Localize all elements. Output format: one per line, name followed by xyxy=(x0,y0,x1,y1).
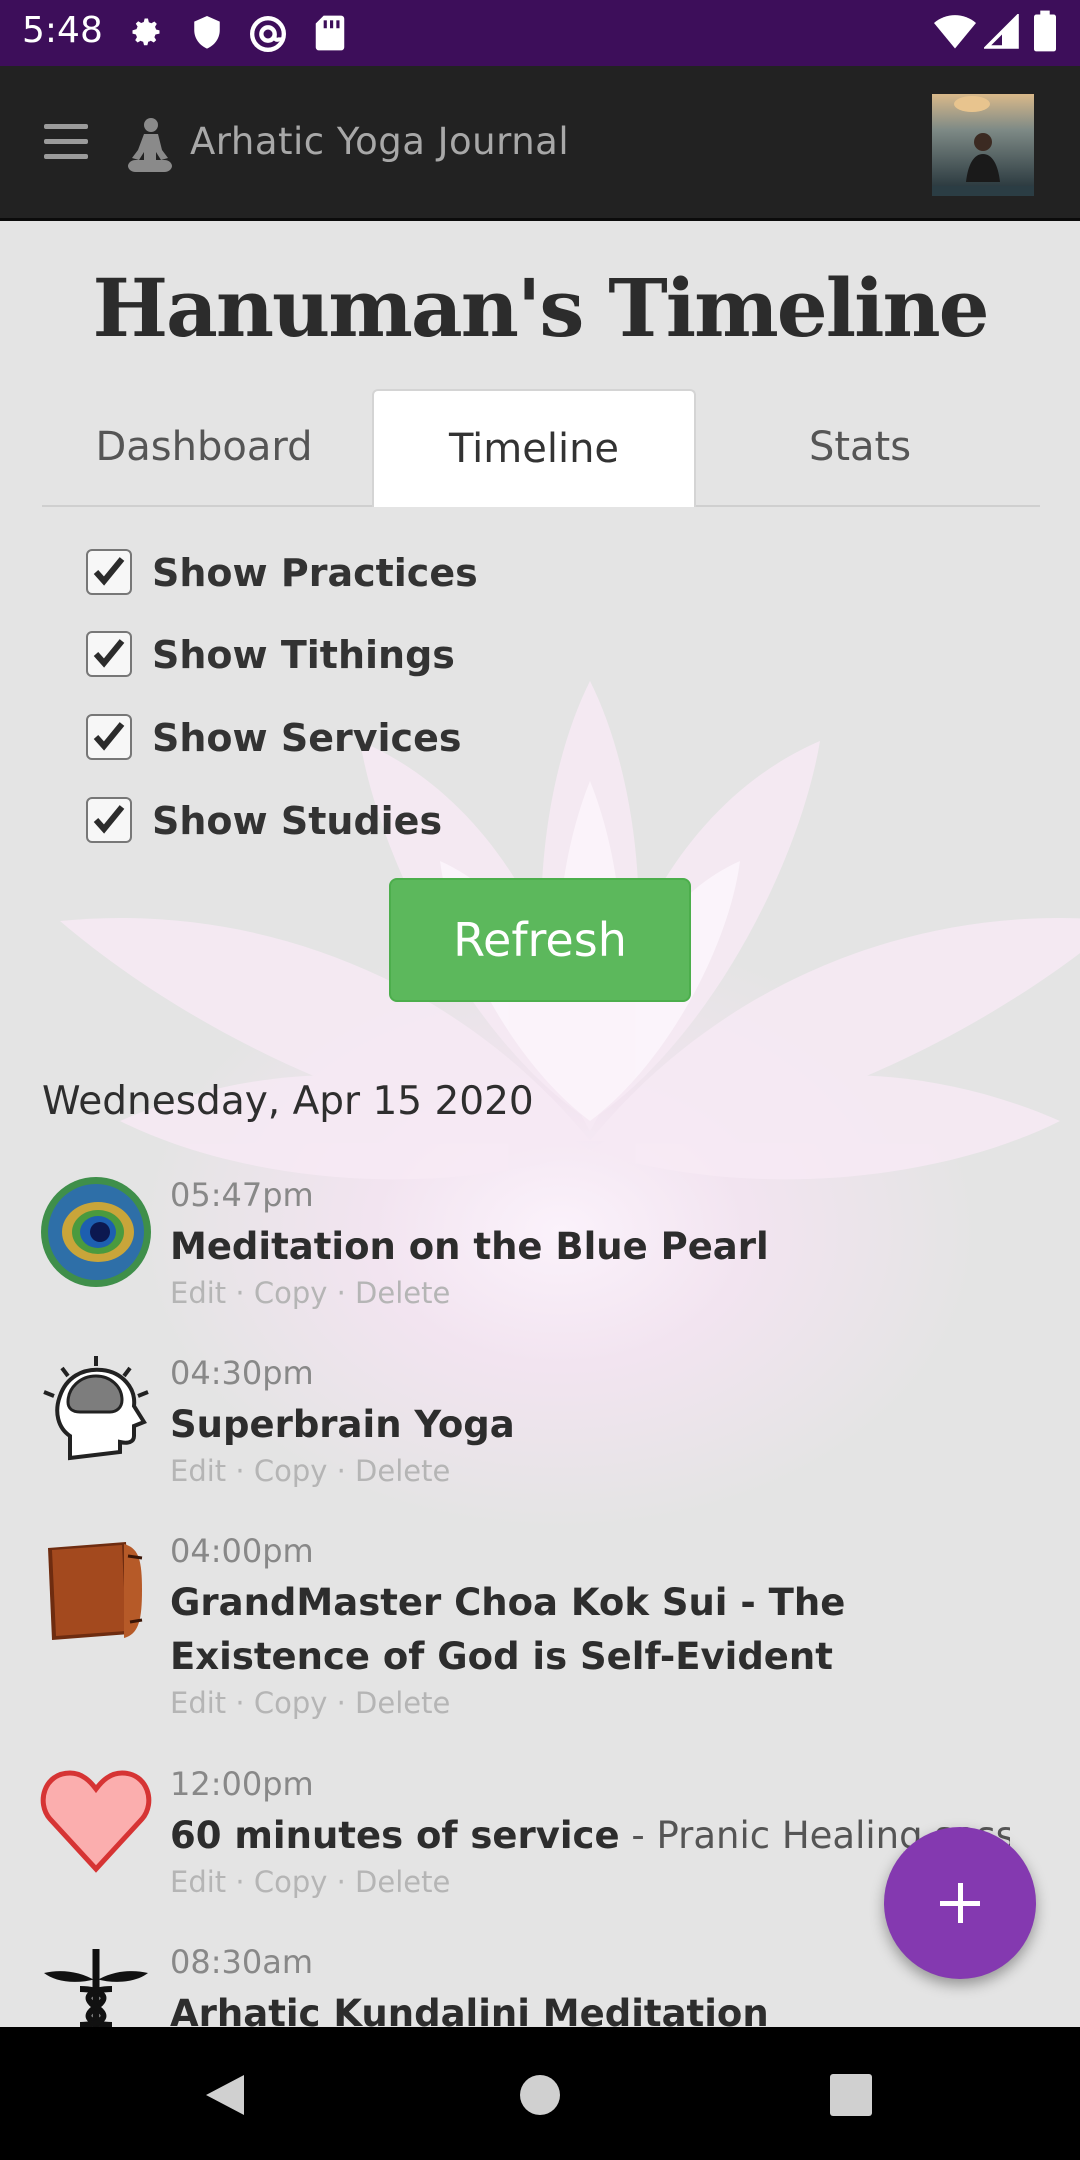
edit-link[interactable]: Edit xyxy=(170,1865,226,1899)
entry-title[interactable]: 60 minutes of service - Pranic Healing s… xyxy=(170,1809,1010,1863)
checkbox-services[interactable] xyxy=(86,714,132,760)
brain-head-icon xyxy=(43,1356,149,1461)
entry-time: 08:30am xyxy=(170,1943,313,1981)
entry-actions: Edit · Copy · Delete xyxy=(170,1686,451,1720)
status-bar: 5:48 xyxy=(0,0,1080,66)
edit-link[interactable]: Edit xyxy=(170,1276,226,1310)
entry-time: 04:00pm xyxy=(170,1532,314,1570)
entry-time: 04:30pm xyxy=(170,1354,314,1392)
entry-title[interactable]: Arhatic Kundalini Meditation xyxy=(170,1987,1010,2027)
tab-timeline[interactable]: Timeline xyxy=(372,389,696,507)
entry-title-text[interactable]: Meditation on the Blue Pearl xyxy=(170,1225,769,1268)
plus-icon-stroke xyxy=(958,1883,963,1923)
copy-link[interactable]: Copy xyxy=(254,1686,328,1720)
checkmark-icon xyxy=(93,722,125,751)
refresh-button[interactable]: Refresh xyxy=(389,878,691,1002)
tab-stats[interactable]: Stats xyxy=(698,389,1022,505)
status-time: 5:48 xyxy=(22,10,103,51)
book-icon xyxy=(48,1542,143,1640)
tab-dashboard[interactable]: Dashboard xyxy=(42,389,366,505)
delete-link[interactable]: Delete xyxy=(355,1865,450,1899)
app-bar: Arhatic Yoga Journal xyxy=(0,66,1080,221)
edit-link[interactable]: Edit xyxy=(170,1686,226,1720)
back-icon[interactable] xyxy=(204,2073,246,2117)
entry-actions: Edit · Copy · Delete xyxy=(170,1276,451,1310)
at-sign-icon xyxy=(250,16,286,52)
timeline-date-header: Wednesday, Apr 15 2020 xyxy=(42,1079,534,1124)
filter-label: Show Studies xyxy=(152,799,443,843)
heart-icon xyxy=(40,1770,152,1873)
system-nav-bar xyxy=(0,2027,1080,2160)
cell-signal-icon xyxy=(984,14,1019,49)
recents-icon[interactable] xyxy=(830,2074,872,2116)
wifi-icon xyxy=(934,15,976,49)
caduceus-icon xyxy=(44,1949,148,2027)
filter-label: Show Practices xyxy=(152,551,478,595)
peacock-feather-icon xyxy=(41,1177,151,1287)
menu-icon[interactable] xyxy=(44,124,90,160)
delete-link[interactable]: Delete xyxy=(355,1276,450,1310)
tab-bar: Dashboard Timeline Stats xyxy=(42,389,1040,507)
checkmark-icon xyxy=(93,639,125,668)
edit-link[interactable]: Edit xyxy=(170,1454,226,1488)
checkmark-icon xyxy=(93,805,125,834)
entry-time: 05:47pm xyxy=(170,1176,314,1214)
filter-label: Show Services xyxy=(152,716,462,760)
delete-link[interactable]: Delete xyxy=(355,1454,450,1488)
entry-actions: Edit · Copy · Delete xyxy=(170,1865,451,1899)
delete-link[interactable]: Delete xyxy=(355,1686,450,1720)
checkbox-practices[interactable] xyxy=(86,549,132,595)
entry-time: 12:00pm xyxy=(170,1765,314,1803)
entry-title-text[interactable]: 60 minutes of service xyxy=(170,1814,620,1857)
entry-title[interactable]: Superbrain Yoga xyxy=(170,1398,1010,1452)
main-content[interactable]: Hanuman's Timeline Dashboard Timeline St… xyxy=(0,221,1080,2027)
entry-actions: Edit · Copy · Delete xyxy=(170,1454,451,1488)
checkmark-icon xyxy=(93,557,125,586)
add-entry-button[interactable] xyxy=(884,1827,1036,1979)
shield-icon xyxy=(194,16,220,49)
filter-label: Show Tithings xyxy=(152,633,455,677)
app-title: Arhatic Yoga Journal xyxy=(190,120,570,163)
home-icon[interactable] xyxy=(518,2073,562,2117)
entry-title[interactable]: GrandMaster Choa Kok Sui - The Existence… xyxy=(170,1576,1010,1684)
meditation-logo-icon xyxy=(128,118,172,172)
page-title: Hanuman's Timeline xyxy=(92,261,989,355)
battery-icon xyxy=(1034,10,1056,52)
checkbox-tithings[interactable] xyxy=(86,631,132,677)
copy-link[interactable]: Copy xyxy=(254,1865,328,1899)
copy-link[interactable]: Copy xyxy=(254,1454,328,1488)
settings-icon xyxy=(132,18,160,46)
sd-card-icon xyxy=(315,15,345,51)
checkbox-studies[interactable] xyxy=(86,797,132,843)
user-avatar[interactable] xyxy=(932,94,1034,196)
copy-link[interactable]: Copy xyxy=(254,1276,328,1310)
entry-title-text[interactable]: GrandMaster Choa Kok Sui - The Existence… xyxy=(170,1581,845,1678)
entry-title-text[interactable]: Arhatic Kundalini Meditation xyxy=(170,1992,769,2027)
entry-title-text[interactable]: Superbrain Yoga xyxy=(170,1403,515,1446)
entry-title[interactable]: Meditation on the Blue Pearl xyxy=(170,1220,1010,1274)
